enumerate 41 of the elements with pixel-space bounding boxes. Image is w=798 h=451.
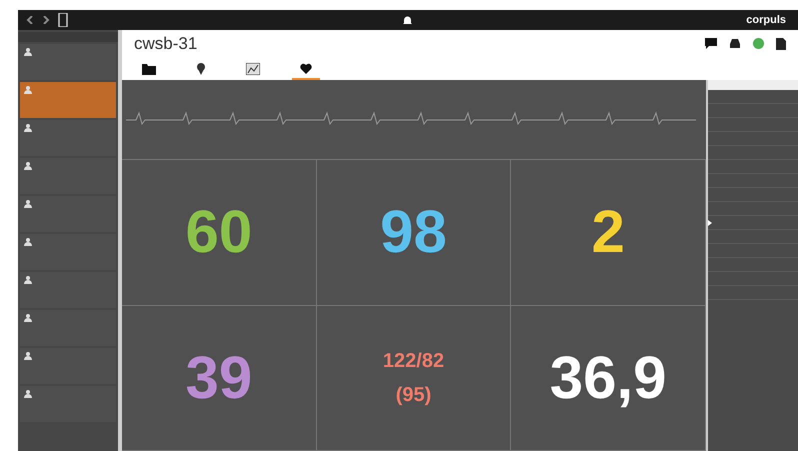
sidebar-item[interactable]	[20, 386, 116, 422]
sidebar-item[interactable]	[20, 158, 116, 194]
vital-value: 39	[185, 348, 252, 408]
sidebar-item[interactable]	[20, 348, 116, 384]
sidebar-item[interactable]	[20, 272, 116, 308]
chart-icon	[246, 63, 260, 75]
patient-icon	[24, 162, 32, 170]
vital-mean: (95)	[396, 382, 432, 408]
patient-icon	[24, 352, 32, 360]
vital-value: 60	[185, 202, 252, 262]
heart-icon	[300, 63, 312, 75]
bell-icon[interactable]	[402, 14, 412, 26]
patient-icon	[24, 276, 32, 284]
vital-value: 98	[380, 202, 447, 262]
vital-value: 122/82	[382, 348, 444, 374]
forward-icon[interactable]	[42, 16, 50, 24]
brand-logo: corpuls	[746, 12, 787, 28]
sidebar-item[interactable]	[20, 196, 116, 232]
document-icon[interactable]	[776, 38, 786, 50]
patient-icon	[24, 124, 32, 132]
vital-value: 2	[591, 202, 625, 262]
pointer-icon	[708, 220, 712, 226]
vital-value: 36,9	[550, 348, 667, 408]
patient-icon	[24, 200, 32, 208]
patient-icon	[24, 314, 32, 322]
back-icon[interactable]	[26, 16, 34, 24]
patient-icon	[24, 48, 32, 56]
sidebar-item[interactable]	[20, 234, 116, 270]
folder-icon	[142, 63, 156, 75]
sidebar-item[interactable]	[20, 120, 116, 156]
sidebar-item[interactable]	[20, 82, 116, 118]
sidebar-item[interactable]	[20, 44, 116, 80]
patient-icon	[24, 86, 32, 94]
device-icon	[58, 13, 68, 27]
chat-icon[interactable]	[705, 38, 717, 49]
status-icon	[753, 38, 764, 49]
patient-icon	[24, 390, 32, 398]
patient-icon	[24, 238, 32, 246]
case-title: cwsb-31	[134, 33, 198, 56]
pin-icon	[196, 63, 206, 75]
sidebar-item[interactable]	[20, 310, 116, 346]
